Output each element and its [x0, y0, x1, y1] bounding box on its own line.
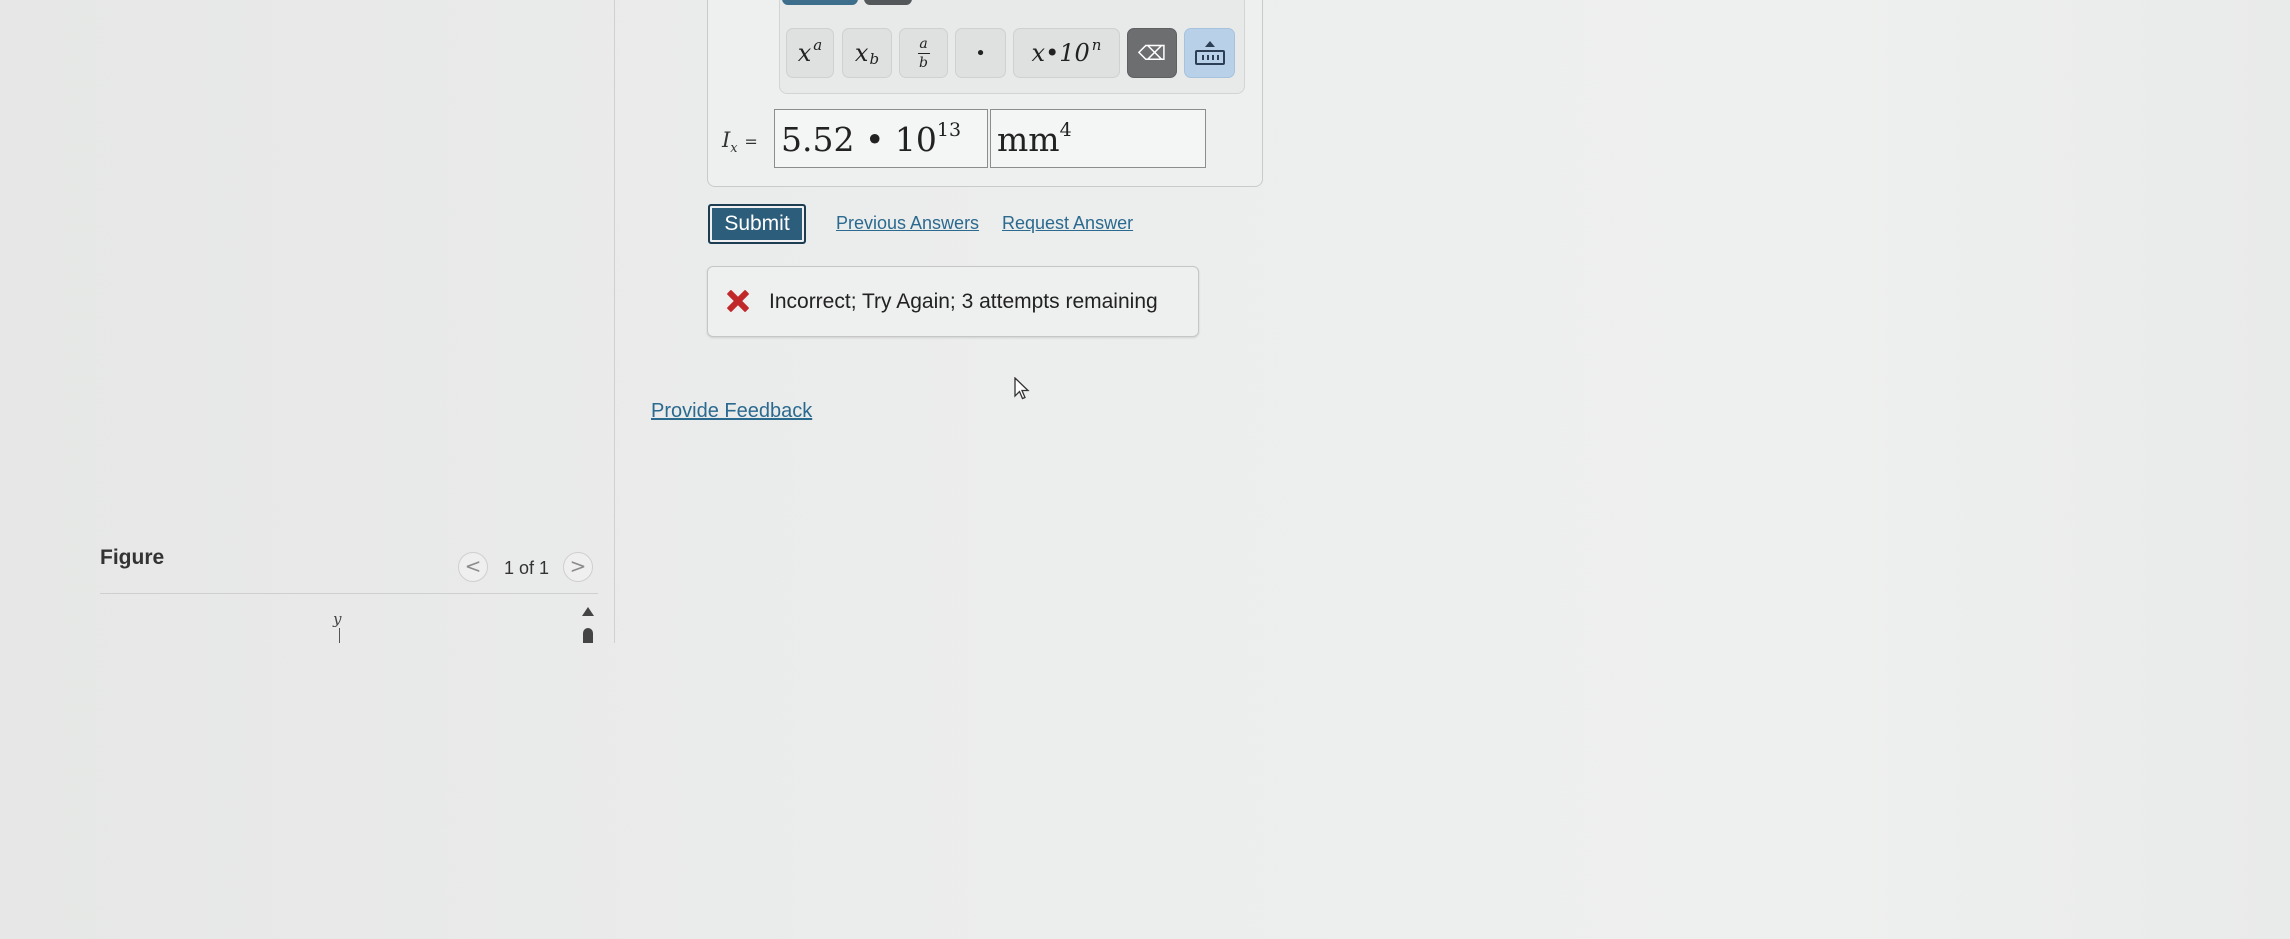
backspace-button[interactable]: ⌫ [1127, 28, 1177, 78]
scientific-notation-button[interactable]: x•10 n [1013, 28, 1120, 78]
figure-counter: 1 of 1 [504, 558, 550, 578]
subscript-button[interactable]: xb [842, 28, 892, 78]
unit-exponent: 4 [1059, 119, 1072, 141]
dot-button[interactable]: • [955, 28, 1006, 78]
fraction-numerator: a [919, 35, 928, 52]
provide-feedback-link[interactable]: Provide Feedback [651, 400, 812, 423]
keyboard-button[interactable] [1184, 28, 1235, 78]
mouse-cursor-icon [1014, 377, 1030, 400]
figure-panel [0, 0, 615, 643]
figure-prev-button[interactable]: < [458, 552, 488, 582]
value-mantissa: 5.52 • 10 [781, 120, 937, 159]
keyboard-icon [1194, 50, 1225, 65]
scrollbar-thumb[interactable] [583, 628, 593, 643]
value-exponent: 13 [936, 119, 962, 141]
scientific-exponent: n [1091, 36, 1102, 54]
feedback-message: Incorrect; Try Again; 3 attempts remaini… [769, 290, 1158, 313]
scientific-label: x•10 [1031, 39, 1090, 67]
toolbar-template-button[interactable] [782, 0, 858, 5]
submit-button[interactable]: Submit [708, 204, 806, 244]
previous-answers-link[interactable]: Previous Answers [836, 213, 979, 234]
unit-base: mm [997, 120, 1060, 159]
request-answer-link[interactable]: Request Answer [1002, 213, 1133, 234]
keyboard-toggle-arrow-icon [1204, 41, 1215, 47]
toolbar-units-button[interactable] [864, 0, 912, 5]
figure-divider [100, 593, 598, 594]
figure-axis-y-label: y [333, 610, 342, 628]
figure-axis-line [339, 628, 340, 643]
superscript-button[interactable]: xa [786, 28, 834, 78]
subscript-script: b [869, 50, 880, 68]
variable-subscript: x [730, 141, 738, 157]
incorrect-x-icon [726, 289, 750, 313]
value-input[interactable]: 5.52 • 1013 [774, 109, 988, 168]
subscript-base: x [854, 39, 869, 67]
superscript-base: x [797, 39, 812, 67]
fraction-bar [917, 52, 930, 54]
variable-label: Ix = [722, 128, 758, 156]
scroll-up-arrow-icon[interactable] [582, 607, 594, 616]
fraction-button[interactable]: a b [899, 28, 948, 78]
figure-title: Figure [100, 546, 165, 569]
equals-sign: = [744, 132, 758, 151]
fraction-denominator: b [919, 54, 928, 71]
superscript-script: a [813, 36, 823, 54]
backspace-icon: ⌫ [1137, 41, 1167, 65]
figure-next-button[interactable]: > [563, 552, 593, 582]
dot-label: • [975, 42, 986, 64]
unit-input[interactable]: mm4 [990, 109, 1206, 168]
